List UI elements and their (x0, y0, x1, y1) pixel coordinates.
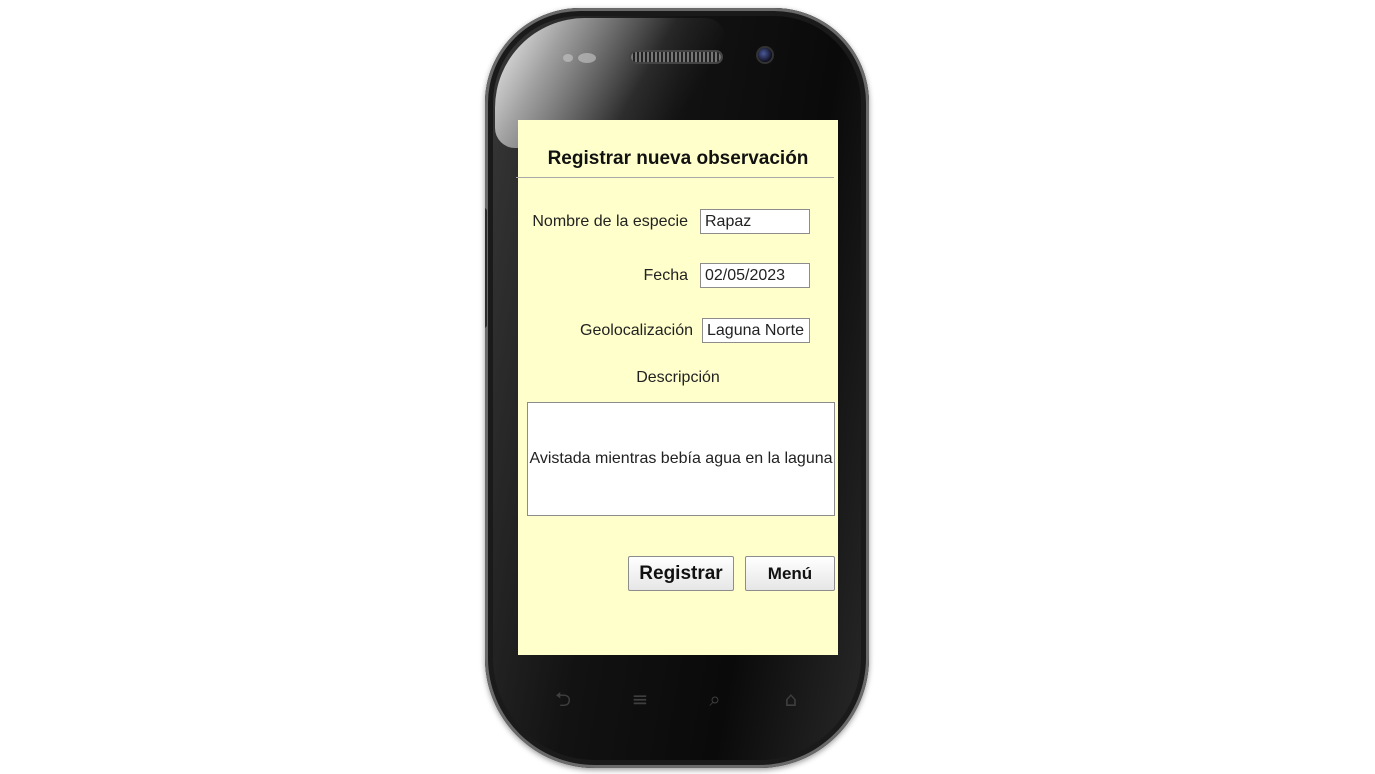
proximity-sensor (563, 54, 573, 62)
front-camera (758, 48, 772, 62)
menu-button[interactable]: Menú (745, 556, 835, 591)
date-input[interactable] (700, 263, 810, 288)
back-icon[interactable]: ⮌ (543, 683, 583, 715)
geolocation-label: Geolocalización (580, 322, 693, 339)
menu-icon[interactable]: ≡ (620, 683, 660, 715)
app-screen: Registrar nueva observación Nombre de la… (516, 120, 838, 655)
search-icon[interactable]: ⌕ (695, 683, 735, 715)
species-input[interactable] (700, 209, 810, 234)
home-icon[interactable]: ⌂ (771, 683, 811, 715)
geolocation-input[interactable] (702, 318, 810, 343)
description-text: Avistada mientras bebía agua en la lagun… (529, 450, 833, 467)
species-label: Nombre de la especie (532, 213, 688, 230)
page-title: Registrar nueva observación (547, 148, 809, 169)
hardware-nav-keys: ⮌ ≡ ⌕ ⌂ (485, 683, 869, 723)
volume-key[interactable] (485, 208, 487, 328)
description-textarea[interactable]: Avistada mientras bebía agua en la lagun… (527, 402, 835, 516)
register-button[interactable]: Registrar (628, 556, 734, 591)
title-divider (516, 177, 834, 178)
date-label: Fecha (643, 267, 688, 284)
earpiece-speaker (631, 52, 721, 62)
description-label: Descripción (636, 369, 720, 386)
light-sensor (578, 53, 596, 63)
